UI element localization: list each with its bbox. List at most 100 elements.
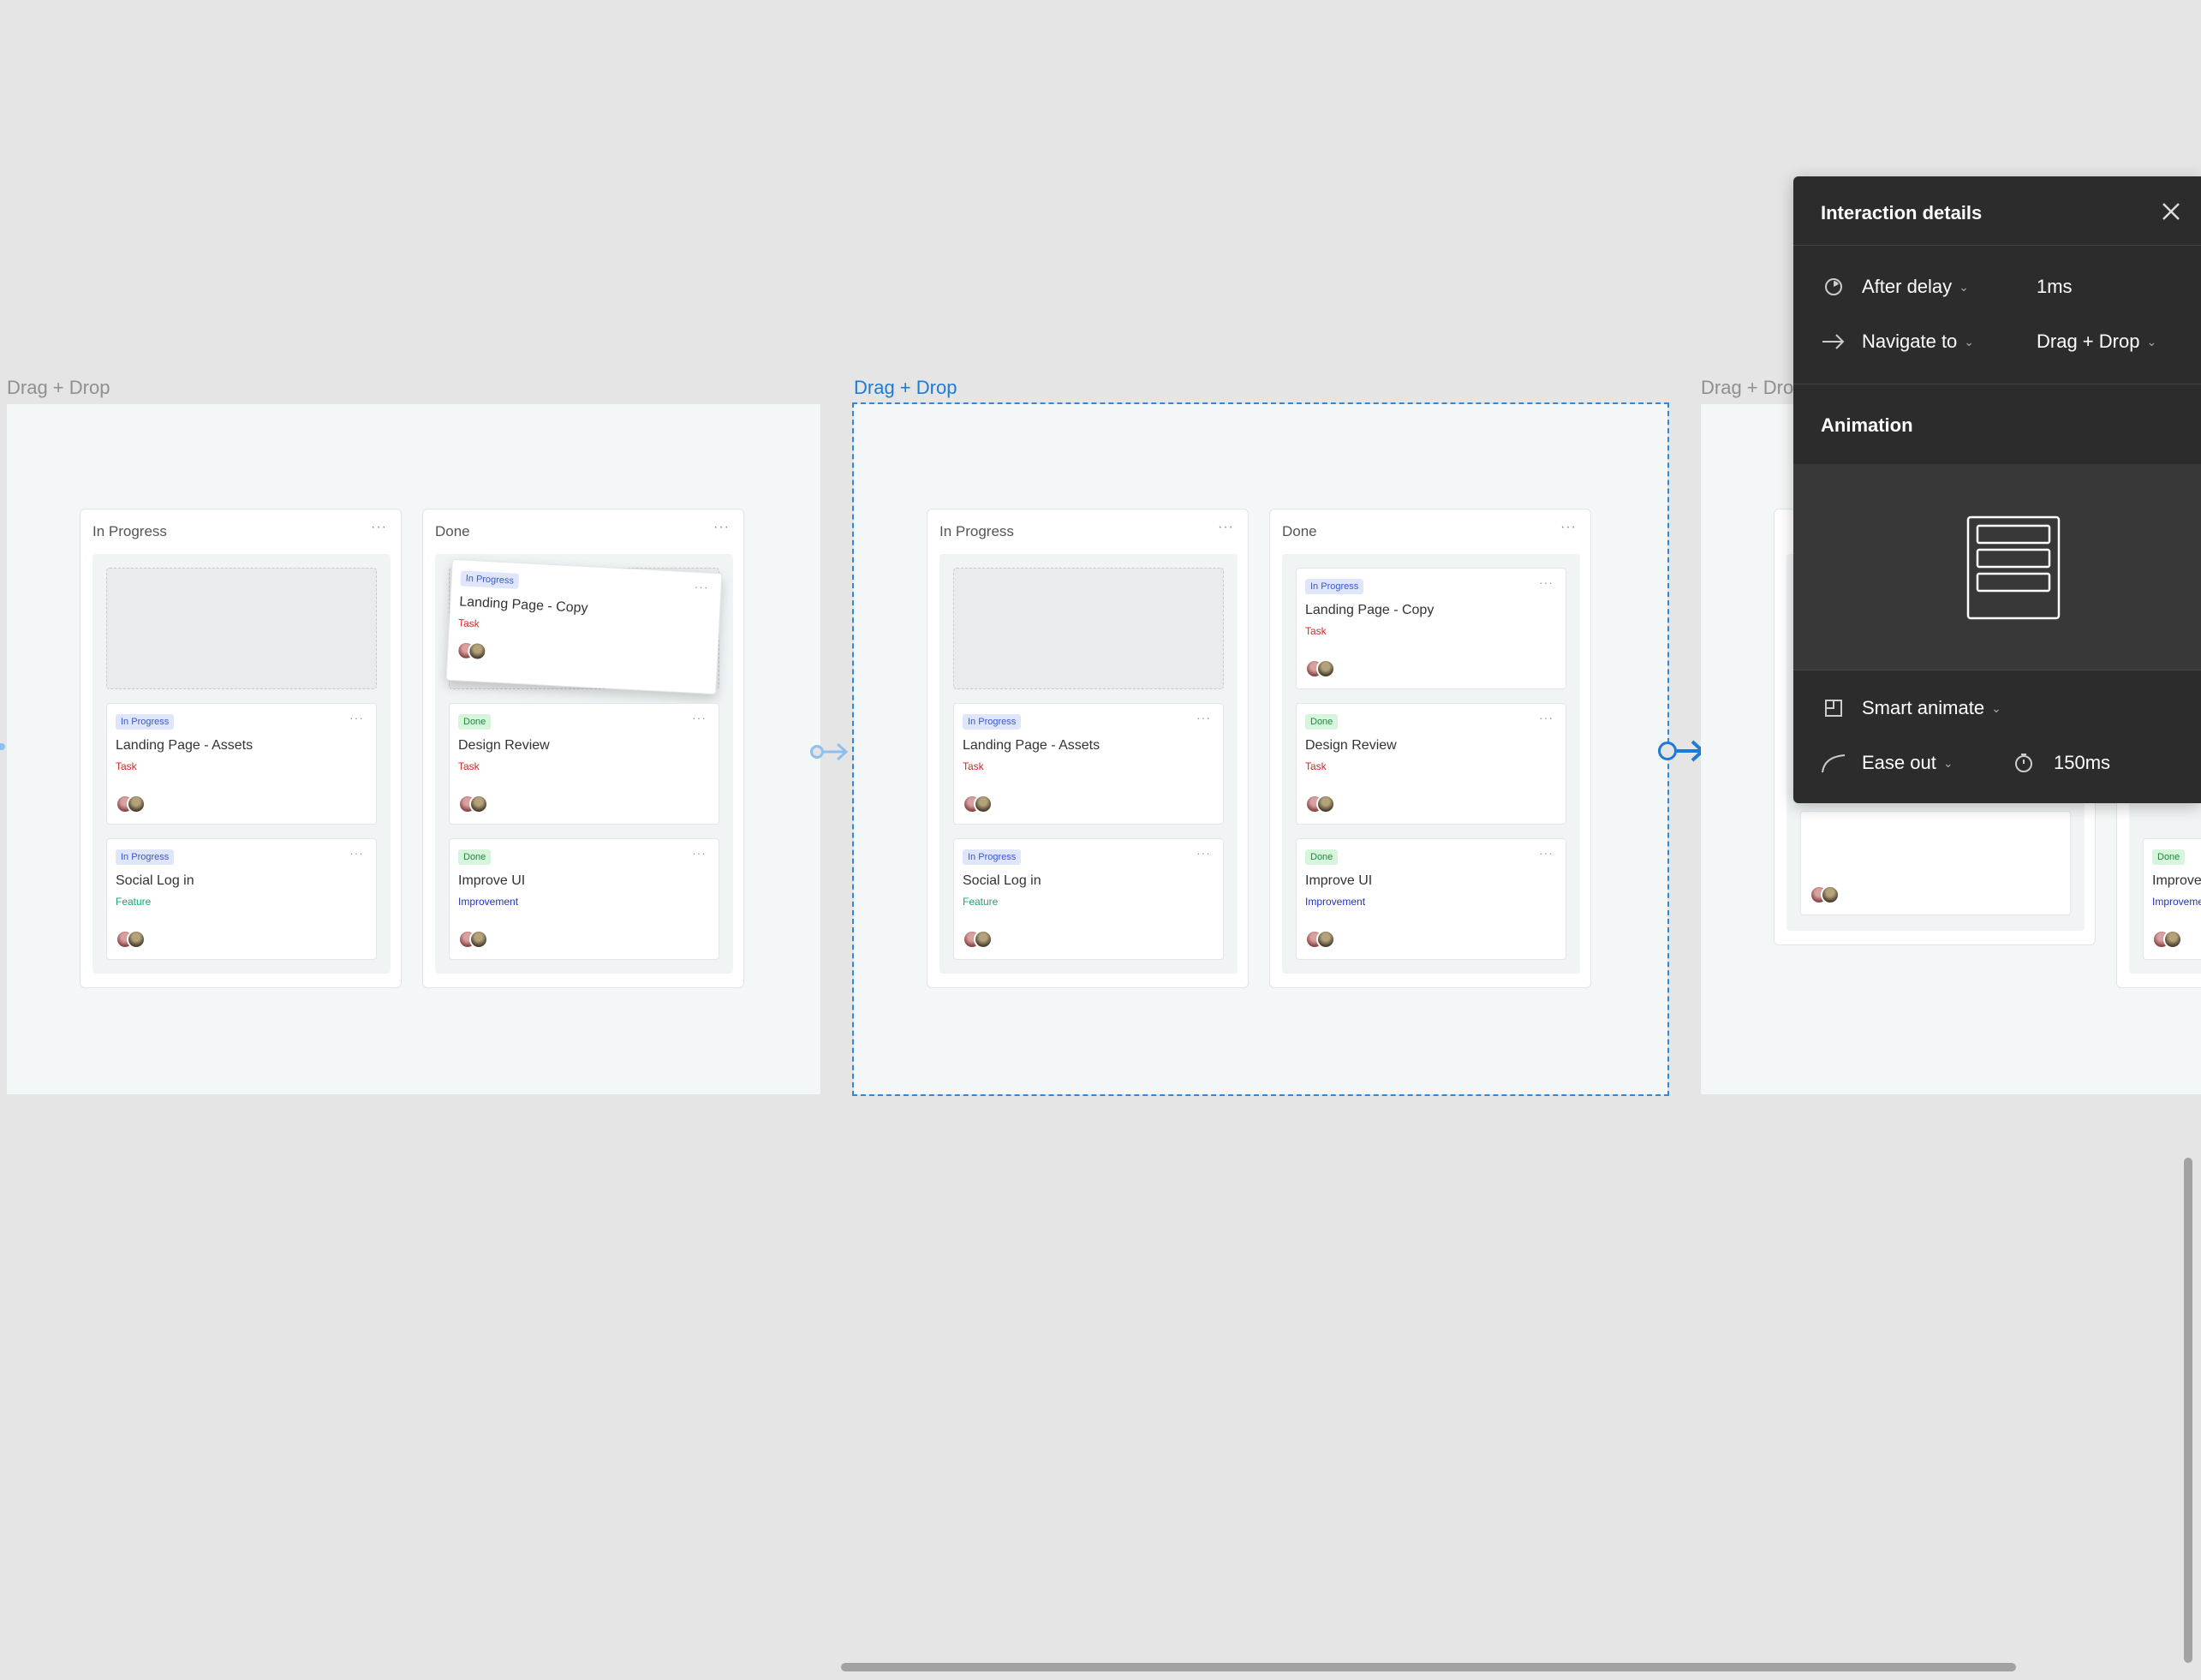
divider bbox=[1793, 245, 2201, 246]
status-badge: Done bbox=[458, 714, 492, 730]
column-done: Done ··· In Progress ··· Landing Page - … bbox=[1269, 509, 1591, 988]
card-improve-ui[interactable]: Done ··· Improve UI Improvement bbox=[1296, 838, 1566, 960]
column-done: Done ··· In Progress ··· Landing Page - … bbox=[422, 509, 744, 988]
status-badge: Done bbox=[1305, 714, 1339, 730]
column-body: In Progress ··· Landing Page - Copy Task… bbox=[1282, 554, 1580, 974]
column-in-progress: In Progress ··· In Progress ··· Landing … bbox=[80, 509, 402, 988]
easing-label: Ease out bbox=[1862, 752, 1936, 773]
avatar bbox=[469, 795, 488, 813]
card-tag: Improvement bbox=[458, 896, 519, 908]
card-landing-assets[interactable]: In Progress ··· Landing Page - Assets Ta… bbox=[953, 703, 1224, 825]
status-badge: In Progress bbox=[963, 849, 1022, 865]
avatar bbox=[127, 930, 146, 949]
animation-type-label: Smart animate bbox=[1862, 697, 1985, 718]
card-improve-ui[interactable]: Done ··· Improve UI Improvement bbox=[449, 838, 719, 960]
avatar bbox=[469, 930, 488, 949]
avatar-group bbox=[458, 930, 492, 950]
card-landing-copy-dragging[interactable]: In Progress ··· Landing Page - Copy Task bbox=[445, 558, 723, 695]
card-title: Improve UI bbox=[2152, 873, 2201, 888]
connector-arrow-icon bbox=[824, 742, 849, 761]
avatar-group bbox=[2152, 930, 2186, 950]
column-title: Done bbox=[1282, 523, 1317, 539]
avatar-group bbox=[116, 795, 150, 815]
chevron-down-icon: ⌄ bbox=[1964, 335, 1975, 349]
card-more-icon[interactable]: ··· bbox=[1196, 846, 1211, 860]
card-improve-ui[interactable]: Done Improve UI Improvement bbox=[2143, 838, 2201, 960]
frame-drag-drop-1[interactable]: In Progress ··· In Progress ··· Landing … bbox=[7, 404, 820, 1094]
card-more-icon[interactable]: ··· bbox=[349, 711, 364, 724]
frame-drag-drop-2[interactable]: In Progress ··· In Progress ··· Landing … bbox=[852, 402, 1669, 1096]
avatar bbox=[974, 795, 993, 813]
connector-start-icon[interactable] bbox=[810, 745, 824, 759]
destination-dropdown[interactable]: Drag + Drop ⌄ bbox=[2037, 331, 2156, 353]
more-icon[interactable]: ··· bbox=[1218, 520, 1234, 535]
more-icon[interactable]: ··· bbox=[371, 520, 387, 535]
avatar-group bbox=[963, 795, 997, 815]
drop-placeholder bbox=[106, 568, 377, 689]
prototype-connector-icon[interactable] bbox=[1658, 738, 1706, 764]
status-badge: In Progress bbox=[1305, 579, 1364, 594]
chevron-down-icon: ⌄ bbox=[2146, 335, 2157, 349]
stopwatch-icon bbox=[2015, 754, 2032, 772]
card-more-icon[interactable]: ··· bbox=[1539, 711, 1554, 724]
card-landing-assets[interactable]: In Progress ··· Landing Page - Assets Ta… bbox=[106, 703, 377, 825]
drop-placeholder bbox=[953, 568, 1224, 689]
animation-preview bbox=[1793, 464, 2201, 670]
trigger-label: After delay bbox=[1862, 276, 1953, 297]
avatar bbox=[1821, 885, 1840, 904]
status-badge: In Progress bbox=[460, 570, 520, 589]
card-social-login[interactable]: In Progress ··· Social Log in Feature bbox=[106, 838, 377, 960]
action-label: Navigate to bbox=[1862, 331, 1958, 352]
frame-label-selected[interactable]: Drag + Drop bbox=[854, 377, 957, 399]
card-more-icon[interactable]: ··· bbox=[1539, 846, 1554, 860]
frame-label[interactable]: Drag + Drop bbox=[7, 377, 110, 399]
animation-type-dropdown[interactable]: Smart animate ⌄ bbox=[1862, 697, 2001, 719]
connector-start-icon[interactable] bbox=[1658, 742, 1677, 760]
card-more-icon[interactable]: ··· bbox=[1539, 575, 1554, 589]
card-design-review[interactable]: Done ··· Design Review Task bbox=[449, 703, 719, 825]
card-design-review[interactable]: Done ··· Design Review Task bbox=[1296, 703, 1566, 825]
card-more-icon[interactable]: ··· bbox=[692, 711, 707, 724]
more-icon[interactable]: ··· bbox=[1560, 520, 1577, 535]
more-icon[interactable]: ··· bbox=[713, 520, 730, 535]
status-badge: Done bbox=[2152, 849, 2186, 865]
prototype-connector-icon[interactable] bbox=[810, 742, 850, 762]
avatar-group bbox=[116, 930, 150, 950]
horizontal-scrollbar[interactable] bbox=[841, 1663, 2016, 1671]
action-dropdown[interactable]: Navigate to ⌄ bbox=[1862, 331, 1974, 353]
card-tag: Feature bbox=[963, 896, 999, 908]
avatar-group bbox=[458, 795, 492, 815]
vertical-scrollbar[interactable] bbox=[2184, 1158, 2192, 1663]
chevron-down-icon: ⌄ bbox=[1959, 280, 1969, 294]
timer-delay-icon bbox=[1825, 278, 1842, 295]
duration-input[interactable]: 150ms bbox=[2054, 752, 2110, 774]
close-icon[interactable] bbox=[2156, 197, 2186, 226]
status-badge: In Progress bbox=[116, 849, 175, 865]
card-title: Improve UI bbox=[1305, 873, 1373, 888]
avatar-group bbox=[1305, 659, 1339, 680]
trigger-dropdown[interactable]: After delay ⌄ bbox=[1862, 276, 1969, 298]
delay-input[interactable]: 1ms bbox=[2037, 276, 2073, 298]
avatar bbox=[1316, 930, 1335, 949]
column-body: In Progress ··· Landing Page - Assets Ta… bbox=[939, 554, 1238, 974]
avatar bbox=[974, 930, 993, 949]
card-social-login[interactable] bbox=[1800, 811, 2071, 915]
card-social-login[interactable]: In Progress ··· Social Log in Feature bbox=[953, 838, 1224, 960]
connector-arrow-icon[interactable] bbox=[0, 743, 5, 750]
card-more-icon[interactable]: ··· bbox=[1196, 711, 1211, 724]
avatar bbox=[1316, 659, 1335, 678]
card-landing-copy[interactable]: In Progress ··· Landing Page - Copy Task bbox=[1296, 568, 1566, 689]
panel-title: Interaction details bbox=[1821, 202, 1983, 223]
card-title: Landing Page - Assets bbox=[116, 738, 254, 753]
chevron-down-icon: ⌄ bbox=[1942, 756, 1953, 770]
easing-dropdown[interactable]: Ease out ⌄ bbox=[1862, 752, 1953, 774]
column-title: In Progress bbox=[92, 523, 167, 539]
avatar-group bbox=[1305, 795, 1339, 815]
card-tag: Task bbox=[963, 760, 984, 772]
card-more-icon[interactable]: ··· bbox=[694, 580, 709, 594]
status-badge: Done bbox=[1305, 849, 1339, 865]
card-more-icon[interactable]: ··· bbox=[692, 846, 707, 860]
frame-label[interactable]: Drag + Dro bbox=[1701, 377, 1793, 399]
card-more-icon[interactable]: ··· bbox=[349, 846, 364, 860]
avatar bbox=[127, 795, 146, 813]
